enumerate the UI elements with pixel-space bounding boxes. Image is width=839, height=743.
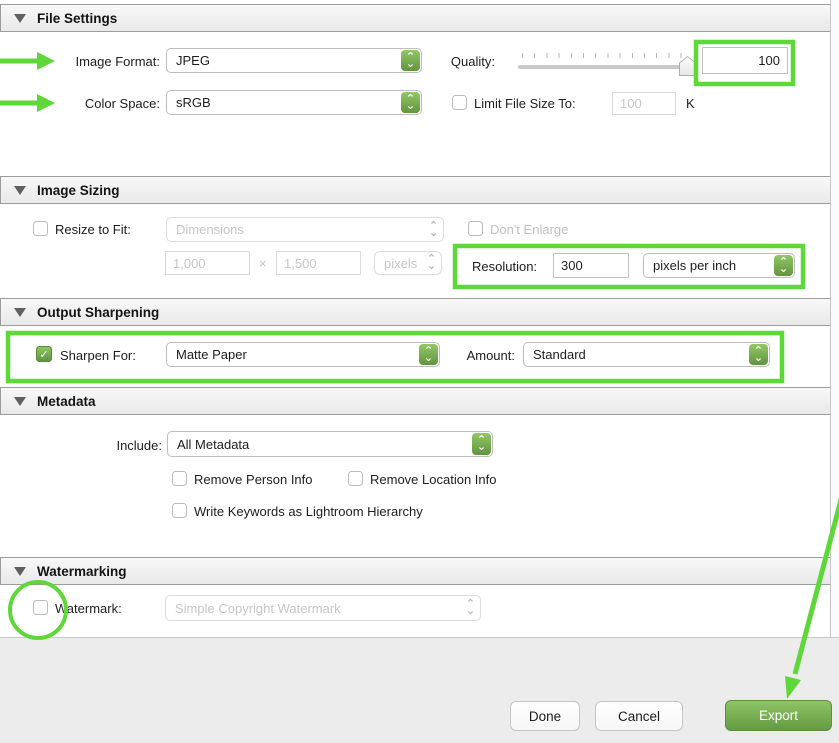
color-space-value: sRGB	[176, 95, 421, 110]
include-popup[interactable]: All Metadata	[167, 431, 493, 457]
quality-slider[interactable]	[518, 48, 696, 78]
popup-stepper-icon	[749, 344, 768, 365]
image-format-label: Image Format:	[5, 54, 160, 69]
resize-to-fit-checkbox[interactable]	[33, 221, 48, 236]
popup-stepper-icon	[425, 219, 442, 240]
popup-stepper-icon	[423, 253, 440, 273]
write-keywords-label: Write Keywords as Lightroom Hierarchy	[194, 504, 423, 519]
section-header-watermarking[interactable]: Watermarking	[0, 557, 831, 585]
section-title: Image Sizing	[37, 183, 120, 198]
section-header-file-settings[interactable]: File Settings	[0, 4, 831, 32]
image-format-popup[interactable]: JPEG	[166, 48, 422, 73]
resolution-input[interactable]	[553, 253, 629, 278]
disclosure-triangle-icon[interactable]	[14, 14, 26, 23]
sharpen-for-label: Sharpen For:	[60, 348, 136, 363]
resolution-unit-popup[interactable]: pixels per inch	[643, 253, 795, 278]
resolution-unit-value: pixels per inch	[653, 258, 794, 273]
popup-stepper-icon	[774, 255, 793, 276]
done-button[interactable]: Done	[510, 701, 580, 731]
section-header-image-sizing[interactable]: Image Sizing	[0, 176, 831, 204]
section-title: Output Sharpening	[37, 305, 159, 320]
section-title: Metadata	[37, 394, 96, 409]
cancel-button[interactable]: Cancel	[595, 701, 683, 731]
popup-stepper-icon	[472, 433, 491, 455]
section-header-output-sharpening[interactable]: Output Sharpening	[0, 298, 831, 326]
limit-file-size-input	[612, 92, 676, 115]
watermark-popup: Simple Copyright Watermark	[165, 595, 481, 621]
dialog-footer	[0, 637, 839, 743]
slider-thumb[interactable]	[679, 56, 696, 76]
quality-input[interactable]	[702, 47, 788, 74]
quality-label: Quality:	[400, 54, 495, 69]
section-header-metadata[interactable]: Metadata	[0, 387, 831, 415]
resize-mode-value: Dimensions	[176, 222, 443, 237]
remove-location-info-checkbox[interactable]	[348, 471, 363, 486]
section-title: Watermarking	[37, 564, 127, 579]
dont-enlarge-label: Don't Enlarge	[490, 222, 568, 237]
watermark-value: Simple Copyright Watermark	[175, 601, 480, 616]
limit-unit-label: K	[686, 96, 695, 111]
amount-label: Amount:	[440, 348, 515, 363]
limit-file-size-label: Limit File Size To:	[474, 96, 576, 111]
dimensions-times-label: ×	[259, 256, 267, 271]
disclosure-triangle-icon[interactable]	[14, 308, 26, 317]
resize-unit-popup: pixels	[374, 251, 442, 275]
disclosure-triangle-icon[interactable]	[14, 397, 26, 406]
slider-ticks	[522, 53, 688, 58]
slider-thumb-face	[680, 57, 695, 75]
popup-stepper-icon	[462, 597, 479, 619]
content-right-border	[830, 0, 831, 637]
export-dialog: File Settings Image Format: JPEG Color S…	[0, 0, 839, 743]
slider-track[interactable]	[518, 65, 694, 69]
color-space-label: Color Space:	[5, 96, 160, 111]
remove-location-info-label: Remove Location Info	[370, 472, 496, 487]
image-format-value: JPEG	[176, 53, 421, 68]
disclosure-triangle-icon[interactable]	[14, 186, 26, 195]
sharpen-for-popup[interactable]: Matte Paper	[166, 342, 440, 367]
watermark-label: Watermark:	[55, 601, 122, 616]
resize-mode-popup: Dimensions	[166, 217, 444, 242]
resize-height-input	[276, 251, 361, 275]
amount-popup[interactable]: Standard	[523, 342, 770, 367]
popup-stepper-icon	[419, 344, 438, 365]
resolution-label: Resolution:	[472, 259, 537, 274]
write-keywords-checkbox[interactable]	[172, 503, 187, 518]
remove-person-info-checkbox[interactable]	[172, 471, 187, 486]
disclosure-triangle-icon[interactable]	[14, 567, 26, 576]
color-space-popup[interactable]: sRGB	[166, 90, 422, 115]
popup-stepper-icon	[401, 92, 420, 113]
watermark-checkbox[interactable]	[33, 600, 48, 615]
export-button[interactable]: Export	[725, 700, 832, 731]
amount-value: Standard	[533, 347, 769, 362]
section-title: File Settings	[37, 11, 117, 26]
resize-width-input	[165, 251, 250, 275]
checkmark-icon: ✓	[39, 348, 48, 361]
include-label: Include:	[5, 438, 162, 453]
right-strip	[831, 0, 839, 637]
resize-to-fit-label: Resize to Fit:	[55, 222, 131, 237]
dont-enlarge-checkbox	[468, 221, 483, 236]
limit-file-size-checkbox[interactable]	[452, 95, 467, 110]
include-value: All Metadata	[177, 437, 492, 452]
remove-person-info-label: Remove Person Info	[194, 472, 313, 487]
sharpen-for-checkbox[interactable]: ✓	[36, 346, 52, 362]
sharpen-for-value: Matte Paper	[176, 347, 439, 362]
